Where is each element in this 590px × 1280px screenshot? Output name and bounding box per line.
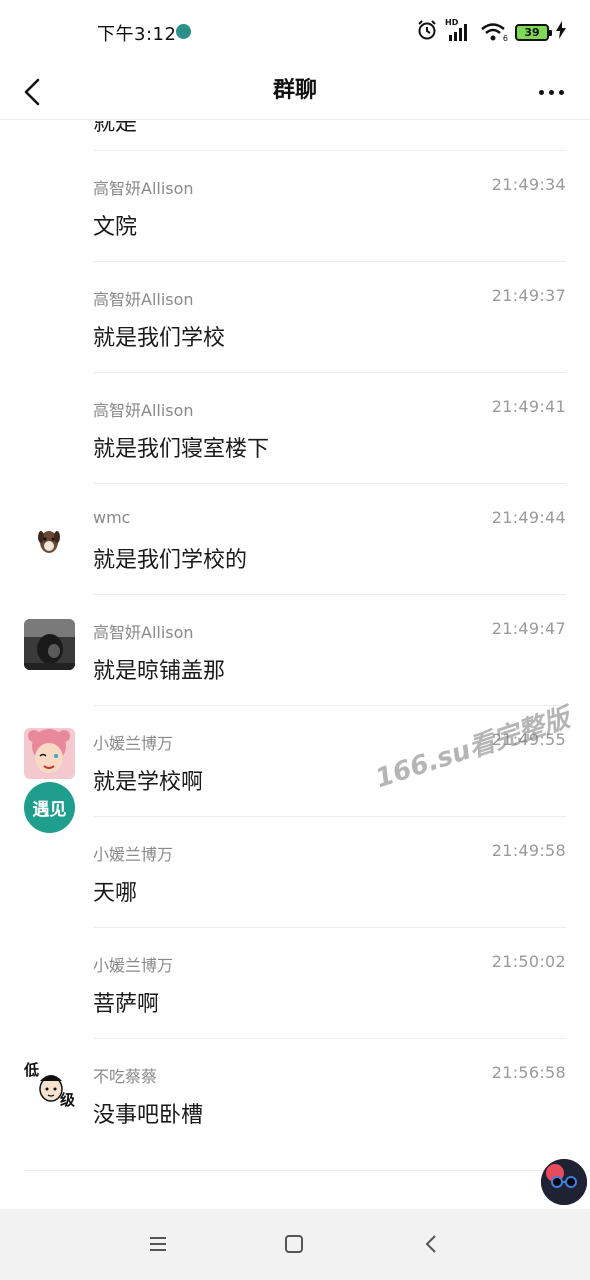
message-sender: 小媛兰博万 <box>93 956 174 975</box>
message-sender: 高智妍Allison <box>93 623 194 642</box>
status-bar: 下午3:12 HD 6 39 <box>0 0 590 64</box>
message-text: 菩萨啊 <box>93 992 160 1017</box>
dog-avatar[interactable] <box>24 514 75 565</box>
message-text: 就是晾铺盖那 <box>93 659 226 684</box>
message-time: 21:49:58 <box>491 841 566 860</box>
message-item[interactable]: 高智妍Allison 21:49:47 就是晾铺盖那 <box>0 595 590 706</box>
message-text: 天哪 <box>93 881 138 906</box>
system-nav-bar <box>0 1209 590 1280</box>
more-button[interactable] <box>534 78 568 106</box>
message-sender: 不吃蔡蔡 <box>93 1067 158 1086</box>
more-dot-icon <box>548 89 554 95</box>
message-item[interactable]: 高智妍Allison 21:49:34 文院 <box>0 151 590 262</box>
nav-bar: 群聊 <box>0 64 590 120</box>
message-list[interactable]: 就是 高智妍Allison 21:49:34 文院 高智妍Allison 21:… <box>0 121 590 1209</box>
message-time: 21:49:41 <box>491 397 566 416</box>
message-sender: 小媛兰博万 <box>93 845 174 864</box>
message-text: 没事吧卧槽 <box>93 1103 204 1128</box>
low-level-avatar[interactable]: 低 级 <box>24 1059 75 1110</box>
notification-app-icon <box>176 24 191 39</box>
charging-icon <box>556 21 566 43</box>
message-text-partial: 就是 <box>93 121 138 135</box>
message-item[interactable]: 低 级 不吃蔡蔡 21:56:58 没事吧卧槽 <box>0 1039 590 1150</box>
alarm-icon <box>416 19 438 45</box>
home-square-icon <box>285 1235 303 1253</box>
battery-level: 39 <box>524 25 540 39</box>
message-text: 文院 <box>93 215 138 240</box>
low-level-text-bottom: 级 <box>59 1091 75 1109</box>
wifi-sub-label: 6 <box>502 34 508 43</box>
chevron-left-icon <box>425 1235 436 1253</box>
message-time: 21:49:44 <box>491 508 566 527</box>
message-text: 就是我们学校的 <box>93 548 248 573</box>
floating-avatar[interactable] <box>541 1159 587 1205</box>
menu-button[interactable] <box>143 1229 173 1259</box>
system-back-button[interactable] <box>416 1229 446 1259</box>
photo-avatar[interactable] <box>24 619 75 670</box>
status-time: 下午3:12 <box>97 24 177 45</box>
message-sender: 高智妍Allison <box>93 401 194 420</box>
low-level-text-top: 低 <box>24 1061 40 1079</box>
more-dot-icon <box>558 89 564 95</box>
battery-icon: 39 <box>515 23 552 41</box>
message-time: 21:49:47 <box>491 619 566 638</box>
message-sender: 小媛兰博万 <box>93 734 174 753</box>
message-item[interactable]: 小媛兰博万 21:49:58 天哪 <box>0 817 590 928</box>
more-dot-icon <box>538 89 544 95</box>
menu-icon <box>150 1237 166 1251</box>
message-time: 21:50:02 <box>491 952 566 971</box>
message-sender: 高智妍Allison <box>93 179 194 198</box>
message-item[interactable]: 高智妍Allison 21:49:41 就是我们寝室楼下 <box>0 373 590 484</box>
message-text: 就是我们寝室楼下 <box>93 437 270 462</box>
message-text: 就是我们学校 <box>93 326 226 351</box>
list-end-divider <box>24 1170 566 1171</box>
home-button[interactable] <box>279 1229 309 1259</box>
signal-icon: HD <box>445 18 473 43</box>
cartoon-girl-avatar[interactable] <box>24 728 75 779</box>
message-item[interactable]: 高智妍Allison 21:49:37 就是我们学校 <box>0 262 590 373</box>
message-text: 就是学校啊 <box>93 770 204 795</box>
status-icons: HD 6 39 <box>416 18 566 45</box>
message-sender: 高智妍Allison <box>93 290 194 309</box>
message-sender: wmc <box>93 508 131 527</box>
message-time: 21:49:34 <box>491 175 566 194</box>
page-title: 群聊 <box>272 78 317 103</box>
message-item[interactable]: wmc 21:49:44 就是我们学校的 <box>0 484 590 595</box>
message-time: 21:49:37 <box>491 286 566 305</box>
message-item[interactable]: 小媛兰博万 21:50:02 菩萨啊 <box>0 928 590 1039</box>
wifi-icon: 6 <box>480 21 508 43</box>
message-time: 21:56:58 <box>491 1063 566 1082</box>
